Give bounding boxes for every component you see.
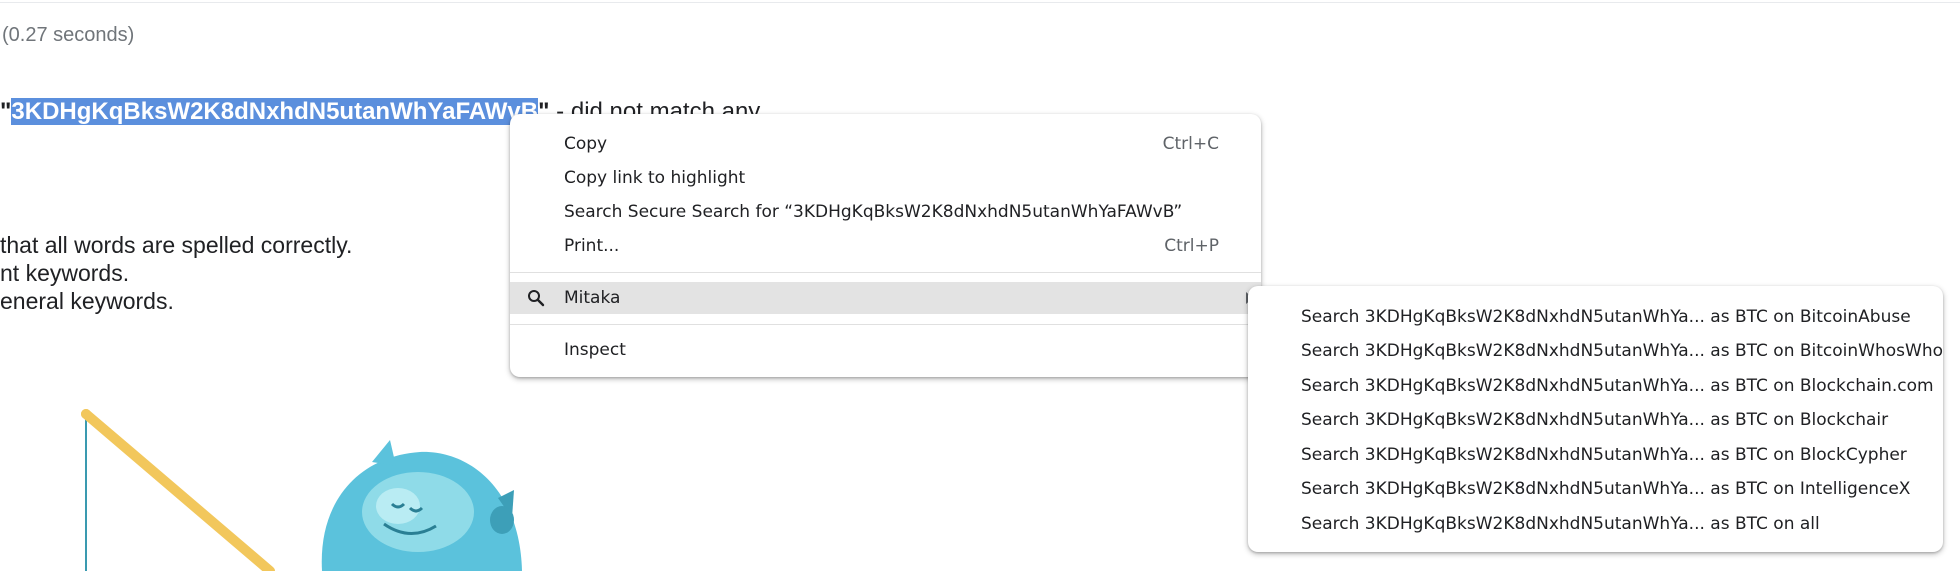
submenu-item-blockchain-com[interactable]: Search 3KDHgKqBksW2K8dNxhdN5utanWhYa... … <box>1248 369 1943 403</box>
top-divider <box>0 2 1960 3</box>
search-icon <box>524 286 548 310</box>
menu-item-copy[interactable]: Copy Ctrl+C <box>510 128 1261 160</box>
submenu-item-bitcoinabuse[interactable]: Search 3KDHgKqBksW2K8dNxhdN5utanWhYa... … <box>1248 300 1943 334</box>
menu-separator <box>510 324 1261 325</box>
submenu-item-label: Search 3KDHgKqBksW2K8dNxhdN5utanWhYa... … <box>1301 514 1820 534</box>
query-open-quote: " <box>0 98 12 125</box>
submenu-item-label: Search 3KDHgKqBksW2K8dNxhdN5utanWhYa... … <box>1301 307 1911 327</box>
menu-item-print[interactable]: Print... Ctrl+P <box>510 230 1261 262</box>
submenu-item-label: Search 3KDHgKqBksW2K8dNxhdN5utanWhYa... … <box>1301 376 1934 396</box>
submenu-item-intelligencex[interactable]: Search 3KDHgKqBksW2K8dNxhdN5utanWhYa... … <box>1248 472 1943 506</box>
menu-item-mitaka[interactable]: Mitaka <box>510 282 1261 314</box>
submenu-item-label: Search 3KDHgKqBksW2K8dNxhdN5utanWhYa... … <box>1301 410 1889 430</box>
menu-item-label: Print... <box>564 236 620 256</box>
menu-separator <box>510 272 1261 273</box>
menu-item-label: Inspect <box>564 340 626 360</box>
submenu-item-label: Search 3KDHgKqBksW2K8dNxhdN5utanWhYa... … <box>1301 341 1943 361</box>
fishing-pole <box>81 409 275 571</box>
menu-item-label: Copy <box>564 134 608 154</box>
menu-item-label: Copy link to highlight <box>564 168 746 188</box>
suggestion-different-keywords: nt keywords. <box>0 260 130 286</box>
submenu-item-blockcypher[interactable]: Search 3KDHgKqBksW2K8dNxhdN5utanWhYa... … <box>1248 438 1943 472</box>
menu-item-search-secure-search[interactable]: Search Secure Search for “3KDHgKqBksW2K8… <box>510 196 1261 228</box>
menu-item-shortcut: Ctrl+P <box>1164 236 1219 256</box>
suggestion-general-keywords: eneral keywords. <box>0 288 174 314</box>
pole-tip <box>81 409 91 419</box>
submenu-item-blockchair[interactable]: Search 3KDHgKqBksW2K8dNxhdN5utanWhYa... … <box>1248 403 1943 437</box>
no-results-illustration <box>81 409 522 571</box>
menu-item-copy-link-to-highlight[interactable]: Copy link to highlight <box>510 162 1261 194</box>
selected-query-text[interactable]: 3KDHgKqBksW2K8dNxhdN5utanWhYaFAWvB <box>11 98 539 125</box>
submenu-item-label: Search 3KDHgKqBksW2K8dNxhdN5utanWhYa... … <box>1301 479 1911 499</box>
mascot <box>321 440 522 571</box>
menu-item-shortcut: Ctrl+C <box>1162 134 1219 154</box>
search-results-page: (0.27 seconds) "3KDHgKqBksW2K8dNxhdN5uta… <box>0 0 1960 571</box>
context-menu: Copy Ctrl+C Copy link to highlight Searc… <box>510 114 1261 377</box>
menu-item-label: Search Secure Search for “3KDHgKqBksW2K8… <box>564 202 1183 222</box>
menu-item-inspect[interactable]: Inspect <box>510 334 1261 366</box>
mitaka-submenu: Search 3KDHgKqBksW2K8dNxhdN5utanWhYa... … <box>1248 286 1943 552</box>
submenu-item-label: Search 3KDHgKqBksW2K8dNxhdN5utanWhYa... … <box>1301 445 1907 465</box>
submenu-item-all[interactable]: Search 3KDHgKqBksW2K8dNxhdN5utanWhYa... … <box>1248 507 1943 541</box>
suggestion-spelling: that all words are spelled correctly. <box>0 232 353 258</box>
result-stats: (0.27 seconds) <box>2 24 135 46</box>
menu-item-label: Mitaka <box>564 288 621 308</box>
submenu-item-bitcoinwhoswho[interactable]: Search 3KDHgKqBksW2K8dNxhdN5utanWhYa... … <box>1248 334 1943 368</box>
